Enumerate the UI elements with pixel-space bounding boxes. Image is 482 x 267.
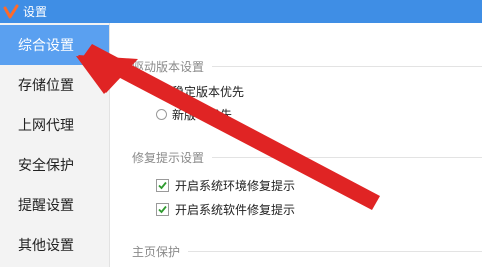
section-repair-prompt: 修复提示设置	[132, 149, 482, 165]
title-bar: 设置	[0, 0, 482, 23]
sidebar-item-label: 提醒设置	[18, 198, 74, 214]
section-title: 驱动版本设置	[132, 59, 205, 74]
radio-unselected-icon	[156, 109, 167, 120]
radio-label: 稳定版本优先	[172, 85, 245, 99]
radio-stable-first[interactable]: 稳定版本优先	[156, 83, 244, 100]
window-title: 设置	[23, 5, 48, 19]
section-homepage-protection: 主页保护	[132, 243, 482, 259]
sidebar-item-label: 综合设置	[18, 38, 74, 54]
checkbox-env-repair[interactable]: 开启系统环境修复提示	[156, 177, 295, 194]
sidebar-item-label: 存储位置	[18, 78, 74, 94]
sidebar-item-label: 其他设置	[18, 238, 74, 254]
sidebar-item-general[interactable]: 综合设置	[0, 25, 109, 65]
section-driver-version: 驱动版本设置	[132, 58, 482, 74]
section-title: 修复提示设置	[132, 150, 205, 165]
sidebar: 综合设置 存储位置 上网代理 安全保护 提醒设置 其他设置	[0, 23, 110, 267]
section-title: 主页保护	[132, 244, 181, 259]
checkbox-checked-icon	[156, 203, 169, 216]
divider	[188, 250, 482, 252]
sidebar-item-storage[interactable]: 存储位置	[0, 65, 109, 105]
sidebar-item-proxy[interactable]: 上网代理	[0, 105, 109, 145]
sidebar-item-label: 安全保护	[18, 158, 74, 174]
divider	[212, 65, 482, 67]
sidebar-item-security[interactable]: 安全保护	[0, 145, 109, 185]
sidebar-item-other[interactable]: 其他设置	[0, 225, 109, 265]
sidebar-item-reminders[interactable]: 提醒设置	[0, 185, 109, 225]
checkbox-label: 开启系统环境修复提示	[175, 179, 296, 193]
radio-new-first[interactable]: 新版本优先	[156, 106, 232, 123]
sidebar-item-label: 上网代理	[18, 118, 74, 134]
app-logo-icon	[3, 4, 19, 18]
checkbox-label: 开启系统软件修复提示	[175, 203, 296, 217]
settings-content: 驱动版本设置 稳定版本优先 新版本优先 修复提示设置 开启系统环境修复提示 开启…	[110, 23, 482, 267]
checkbox-checked-icon	[156, 179, 169, 192]
radio-selected-icon	[156, 86, 167, 97]
divider	[212, 156, 482, 158]
radio-label: 新版本优先	[172, 108, 233, 122]
checkbox-software-repair[interactable]: 开启系统软件修复提示	[156, 201, 295, 218]
